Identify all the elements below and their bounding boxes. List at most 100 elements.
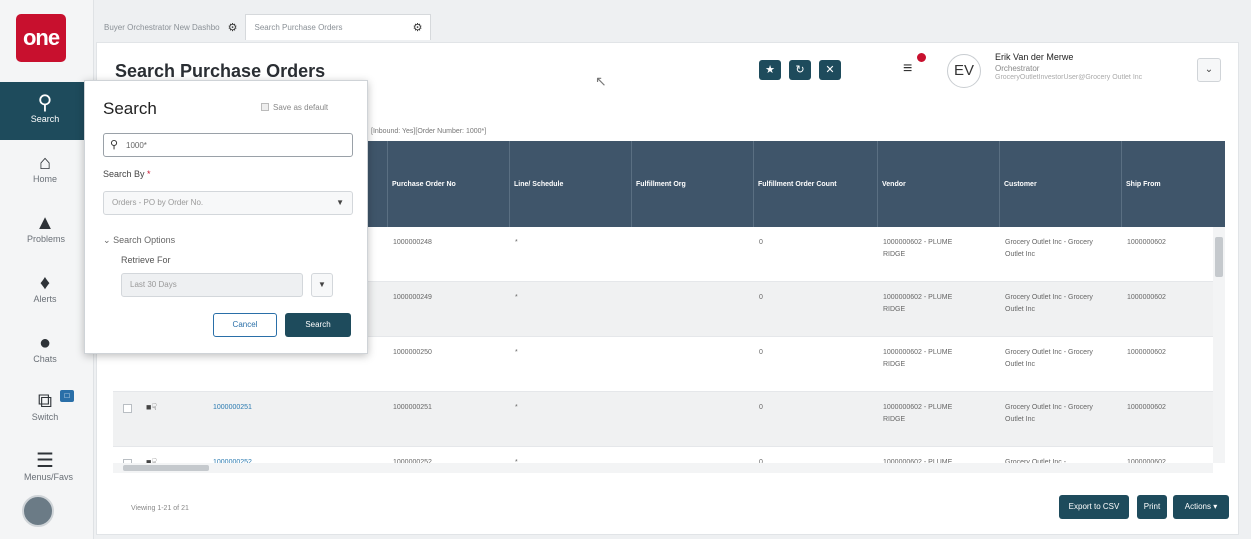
cell-line: * [515, 349, 518, 356]
col-header-vendor[interactable]: Vendor [877, 141, 999, 227]
nav-label: Switch [31, 412, 59, 422]
tab-search-purchase-orders[interactable]: Search Purchase Orders ⚙ [245, 14, 432, 40]
table-row[interactable]: ■☟ 1000000251 1000000251 * 0 1000000602 … [113, 392, 1213, 447]
warning-icon: ▲ [35, 212, 55, 234]
retrieve-for-select[interactable]: Last 30 Days [121, 273, 303, 297]
tab-dashboard[interactable]: Buyer Orchestrator New Dashbo ⚙ [96, 14, 245, 40]
gear-icon[interactable]: ⚙ [413, 21, 423, 34]
refresh-button[interactable]: ↻ [789, 60, 811, 80]
profile-avatar[interactable] [22, 495, 54, 527]
cell-vendor: 1000000602 - PLUME RIDGE [883, 294, 953, 313]
cell-vendor: 1000000602 - PLUME RIDGE [883, 349, 953, 368]
nav-label: Alerts [33, 294, 57, 304]
horizontal-scrollbar[interactable] [113, 463, 1213, 473]
user-avatar[interactable]: EV [947, 54, 981, 88]
col-header-po[interactable]: Purchase Order No [387, 141, 509, 227]
vertical-scrollbar[interactable] [1213, 227, 1225, 463]
chevron-down-icon: ⌄ [103, 235, 111, 245]
cancel-button[interactable]: Cancel [213, 313, 277, 337]
favorite-button[interactable]: ★ [759, 60, 781, 80]
save-default-label: Save as default [273, 103, 329, 112]
chat-icon: ● [38, 332, 52, 354]
scroll-thumb[interactable] [1215, 237, 1223, 277]
home-icon: ⌂ [38, 152, 52, 174]
tab-bar: Buyer Orchestrator New Dashbo ⚙ Search P… [96, 14, 432, 42]
tab-label: Buyer Orchestrator New Dashbo [104, 22, 220, 32]
user-name: Erik Van der Merwe [995, 52, 1074, 62]
nav-label: Search [30, 114, 60, 124]
search-icon: ⚲ [110, 139, 119, 151]
cell-customer: Grocery Outlet Inc - Grocery Outlet Inc [1005, 404, 1093, 423]
checkbox-icon [261, 103, 269, 111]
row-action-icon[interactable]: ■☟ [146, 402, 157, 413]
required-marker: * [147, 169, 151, 179]
notification-dot-icon [915, 51, 928, 64]
chevron-down-icon: ▼ [336, 198, 344, 207]
user-role: Orchestrator [995, 64, 1040, 73]
search-by-select[interactable]: Orders - PO by Order No. ▼ [103, 191, 353, 215]
cell-customer: Grocery Outlet Inc - Grocery Outlet Inc [1005, 239, 1093, 258]
cell-ship-from: 1000000602 [1127, 404, 1166, 411]
search-input-wrapper[interactable]: ⚲ [103, 133, 353, 157]
nav-label: Problems [26, 234, 65, 244]
row-checkbox[interactable] [123, 404, 132, 413]
search-options-label: Search Options [113, 235, 176, 245]
menu-icon: ☰ [36, 450, 54, 472]
nav-menus-favs[interactable]: ☰ Menus/Favs [0, 450, 94, 482]
filter-summary: [Inbound: Yes][Order Number: 1000*] [371, 128, 487, 135]
nav-label: Menus/Favs [24, 472, 74, 482]
close-button[interactable]: ✕ [819, 60, 841, 80]
cell-count: 0 [759, 294, 763, 301]
page-title: Search Purchase Orders [115, 61, 326, 81]
switch-icon: ⧉ [37, 390, 53, 412]
actions-button[interactable]: Actions ▾ [1173, 495, 1229, 519]
scroll-thumb[interactable] [123, 465, 209, 471]
tab-label: Search Purchase Orders [254, 23, 343, 32]
col-header-customer[interactable]: Customer [999, 141, 1121, 227]
close-icon: ✕ [825, 64, 835, 76]
cell-po: 1000000251 [393, 404, 432, 411]
col-header-ship-from[interactable]: Ship From [1121, 141, 1213, 227]
gear-icon[interactable]: ⚙ [228, 21, 238, 34]
search-icon: ⚲ [37, 92, 53, 114]
col-header-line[interactable]: Line/ Schedule [509, 141, 631, 227]
switch-badge-icon: □ [60, 390, 74, 402]
retrieve-for-label: Retrieve For [121, 255, 171, 265]
mouse-cursor-icon: ↖ [595, 73, 607, 89]
cell-count: 0 [759, 349, 763, 356]
col-header-org[interactable]: Fulfillment Org [631, 141, 753, 227]
nav-home[interactable]: ⌂ Home [0, 152, 94, 184]
refresh-icon: ↻ [795, 64, 805, 76]
cell-po: 1000000248 [393, 239, 432, 246]
notifications-icon[interactable]: ≡ [903, 60, 912, 78]
bell-icon: ♦ [39, 272, 51, 294]
user-menu-button[interactable]: ⌄ [1197, 58, 1221, 82]
app-logo[interactable]: one [16, 14, 66, 62]
nav-chats[interactable]: ● Chats [0, 332, 94, 364]
cell-ship-from: 1000000602 [1127, 239, 1166, 246]
chevron-down-icon: ▼ [318, 280, 326, 289]
search-options-toggle[interactable]: ⌄ Search Options [103, 235, 175, 246]
user-email: GroceryOutletInvestorUser@Grocery Outlet… [995, 74, 1143, 81]
nav-switch[interactable]: ⧉ Switch [0, 390, 94, 422]
cell-customer: Grocery Outlet Inc - Grocery Outlet Inc [1005, 294, 1093, 313]
search-by-text: Search By [103, 169, 145, 179]
cell-ship-from: 1000000602 [1127, 349, 1166, 356]
cell-count: 0 [759, 239, 763, 246]
search-input[interactable] [126, 138, 346, 153]
cell-po: 1000000250 [393, 349, 432, 356]
chevron-down-icon: ⌄ [1204, 64, 1214, 75]
cell-link[interactable]: 1000000251 [213, 402, 252, 414]
print-button[interactable]: Print [1137, 495, 1167, 519]
export-csv-button[interactable]: Export to CSV [1059, 495, 1129, 519]
col-header-count[interactable]: Fulfillment Order Count [753, 141, 877, 227]
nav-label: Chats [33, 354, 57, 364]
search-submit-button[interactable]: Search [285, 313, 351, 337]
save-default-checkbox[interactable]: Save as default [261, 103, 328, 112]
retrieve-for-dropdown[interactable]: ▼ [311, 273, 333, 297]
nav-problems[interactable]: ▲ Problems [0, 212, 94, 244]
nav-search[interactable]: ⚲ Search [0, 82, 94, 140]
search-by-label: Search By * [103, 169, 151, 179]
nav-alerts[interactable]: ♦ Alerts [0, 272, 94, 304]
cell-line: * [515, 239, 518, 246]
